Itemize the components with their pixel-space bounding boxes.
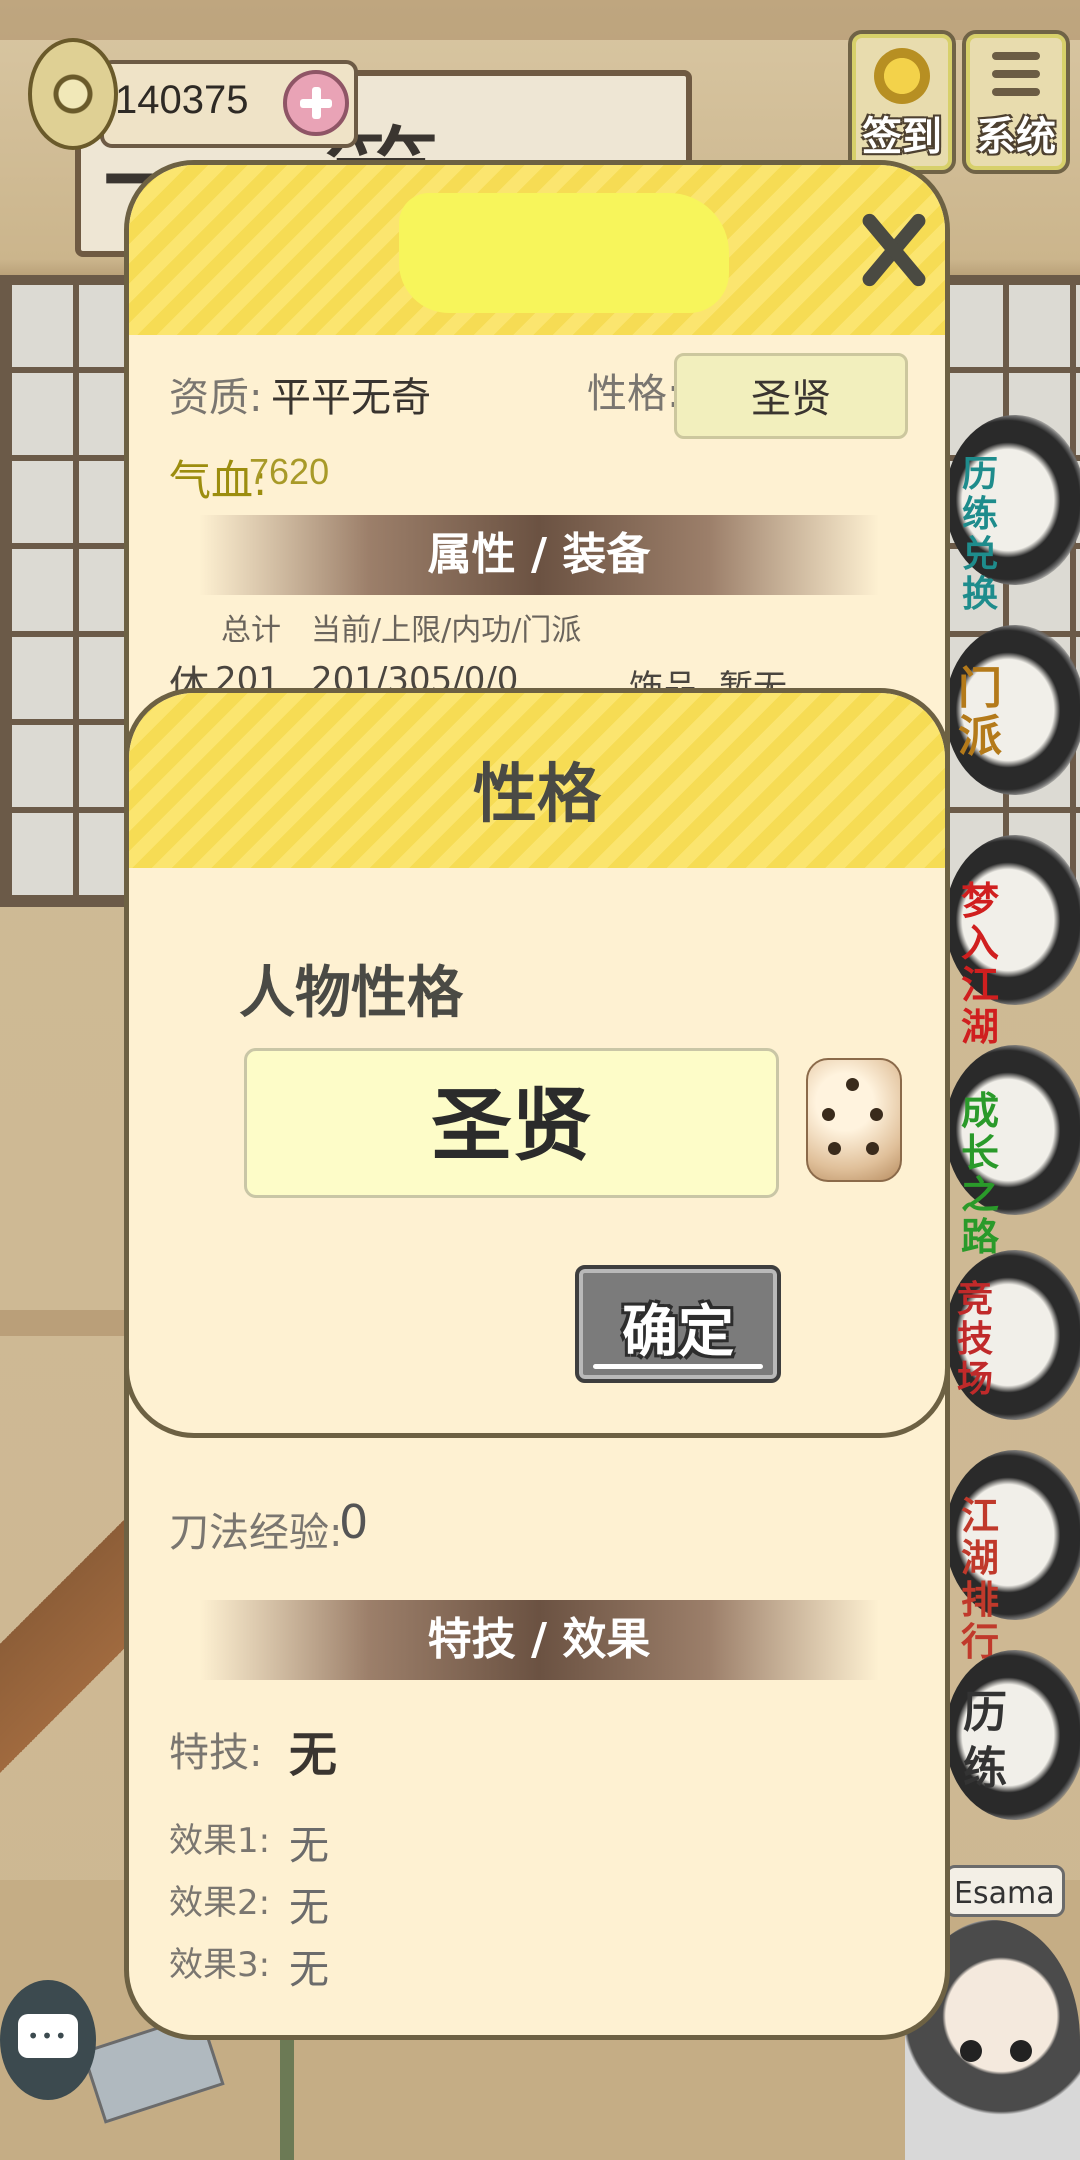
attr-detail-header: 当前/上限/内功/门派 bbox=[311, 613, 582, 648]
effect-value: 无 bbox=[289, 1885, 329, 1931]
redacted-name bbox=[399, 193, 729, 313]
chat-icon[interactable] bbox=[0, 1980, 96, 2100]
attributes-banner: 属性 / 装备 bbox=[199, 515, 879, 595]
effect-value: 无 bbox=[289, 1947, 329, 1993]
trait-button[interactable]: 圣贤 bbox=[674, 353, 908, 439]
side-menu-label: 竞技场 bbox=[956, 1279, 993, 1400]
trait-field-label: 人物性格 bbox=[239, 961, 463, 1026]
side-menu-label: 成长之路 bbox=[960, 1089, 999, 1259]
system-label: 系统 bbox=[976, 114, 1056, 160]
dialog-title: 性格 bbox=[473, 758, 601, 832]
system-button[interactable]: 系统 bbox=[962, 30, 1070, 174]
signin-label: 签到 bbox=[862, 114, 942, 160]
card-header bbox=[129, 165, 945, 335]
aptitude-value: 平平无奇 bbox=[271, 375, 431, 421]
coin-amount: 140375 bbox=[115, 78, 249, 122]
add-coins-button[interactable] bbox=[283, 70, 349, 136]
side-menu-label: 历练 bbox=[963, 1687, 1007, 1794]
blade-exp-value: 0 bbox=[339, 1495, 369, 1549]
effect-label: 效果2: bbox=[169, 1883, 271, 1923]
confirm-label: 确定 bbox=[622, 1300, 734, 1365]
effect-label: 效果1: bbox=[169, 1821, 271, 1861]
dialog-header: 性格 bbox=[129, 693, 945, 868]
side-menu-label: 历练兑换 bbox=[961, 454, 998, 615]
trait-label: 性格: bbox=[587, 371, 681, 417]
coin-bag-icon bbox=[874, 48, 930, 104]
effect-label: 效果3: bbox=[169, 1945, 271, 1985]
attr-total-header: 总计 bbox=[221, 613, 281, 648]
trait-dialog: 性格 人物性格 圣贤 确定 bbox=[124, 688, 950, 1438]
side-menu-training[interactable]: 历练 bbox=[945, 1650, 1080, 1820]
skill-label: 特技: bbox=[169, 1730, 263, 1776]
close-icon[interactable] bbox=[859, 205, 929, 305]
coin-icon bbox=[28, 38, 118, 150]
dice-icon[interactable] bbox=[806, 1058, 902, 1182]
confirm-button[interactable]: 确定 bbox=[575, 1265, 781, 1383]
side-menu-arena[interactable]: 竞技场 bbox=[945, 1250, 1080, 1420]
side-menu-label: 门派 bbox=[958, 663, 1002, 762]
side-menu-label: 江湖排行 bbox=[960, 1494, 999, 1664]
skill-value: 无 bbox=[289, 1727, 338, 1783]
effect-value: 无 bbox=[289, 1823, 329, 1869]
skills-banner: 特技 / 效果 bbox=[199, 1600, 879, 1680]
menu-icon bbox=[992, 52, 1040, 106]
side-menu-exchange[interactable]: 历练兑换 bbox=[945, 415, 1080, 615]
aptitude-label: 资质: bbox=[169, 375, 263, 421]
hp-value: 7620 bbox=[249, 451, 330, 492]
side-menu-label: 梦入江湖 bbox=[960, 879, 999, 1049]
side-menu-ranking[interactable]: 江湖排行 bbox=[945, 1450, 1080, 1663]
side-menu-growth-path[interactable]: 成长之路 bbox=[945, 1045, 1080, 1258]
signin-button[interactable]: 签到 bbox=[848, 30, 956, 174]
blade-exp-label: 刀法经验: bbox=[169, 1510, 343, 1556]
player-name-tag: Esama bbox=[945, 1865, 1065, 1917]
side-menu-sect[interactable]: 门派 bbox=[945, 625, 1080, 795]
side-menu-dream-jianghu[interactable]: 梦入江湖 bbox=[945, 835, 1080, 1048]
trait-name-field[interactable]: 圣贤 bbox=[244, 1048, 779, 1198]
